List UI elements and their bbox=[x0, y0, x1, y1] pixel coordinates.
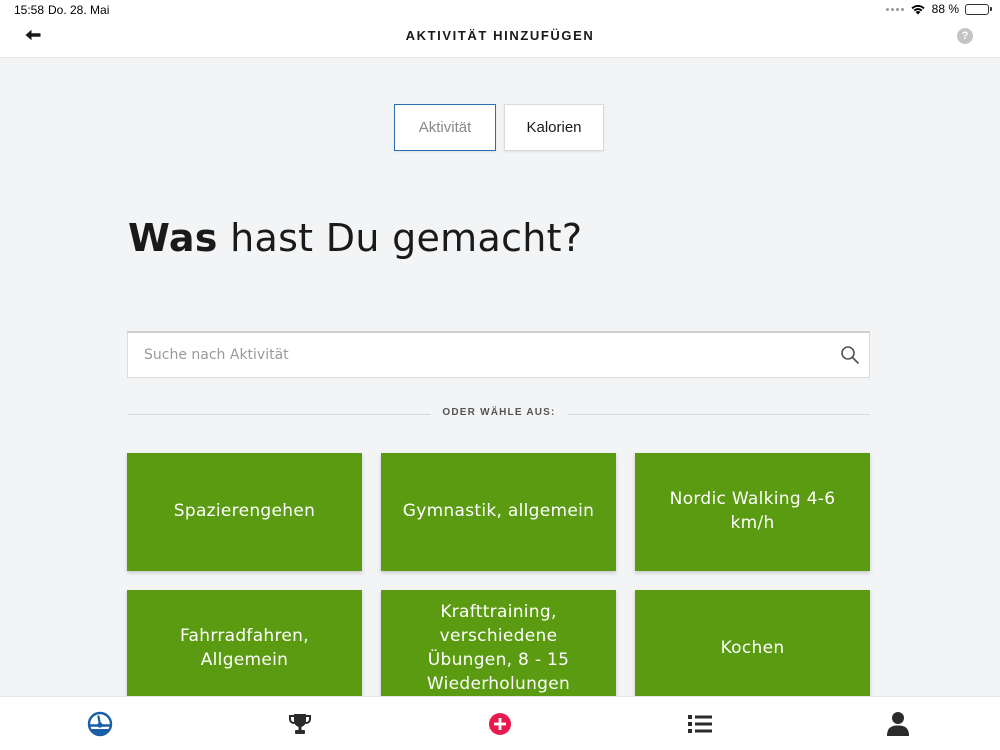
divider-label: ODER WÄHLE AUS: bbox=[430, 407, 568, 418]
page-title: AKTIVITÄT HINZUFÜGEN bbox=[405, 28, 595, 43]
activity-grid: Spazierengehen Gymnastik, allgemein Nord… bbox=[127, 453, 871, 708]
list-icon bbox=[688, 715, 712, 733]
activity-tile-gymnastik[interactable]: Gymnastik, allgemein bbox=[381, 453, 616, 571]
heading-rest: hast Du gemacht? bbox=[217, 216, 583, 260]
status-date: Do. 28. Mai bbox=[48, 3, 110, 17]
help-button[interactable]: ? bbox=[957, 28, 973, 44]
nav-add[interactable] bbox=[486, 710, 514, 738]
dashboard-icon bbox=[87, 711, 113, 737]
choose-divider: ODER WÄHLE AUS: bbox=[128, 406, 870, 422]
activity-tile-fahrradfahren[interactable]: Fahrradfahren, Allgemein bbox=[127, 590, 362, 708]
tab-aktivitaet[interactable]: Aktivität bbox=[394, 104, 496, 151]
nav-trophy[interactable] bbox=[286, 710, 314, 738]
nav-dashboard[interactable] bbox=[86, 710, 114, 738]
status-right: 88 % bbox=[885, 2, 992, 16]
heading-bold: Was bbox=[128, 216, 218, 260]
tab-kalorien[interactable]: Kalorien bbox=[504, 104, 604, 151]
help-icon: ? bbox=[961, 30, 969, 42]
activity-tile-nordic-walking[interactable]: Nordic Walking 4-6 km/h bbox=[635, 453, 870, 571]
nav-profile[interactable] bbox=[884, 710, 912, 738]
signal-icon bbox=[885, 7, 904, 11]
activity-tile-spazierengehen[interactable]: Spazierengehen bbox=[127, 453, 362, 571]
battery-icon bbox=[965, 3, 992, 15]
search-input[interactable] bbox=[128, 333, 869, 377]
search-box bbox=[127, 331, 870, 378]
activity-tile-kochen[interactable]: Kochen bbox=[635, 590, 870, 708]
activity-tile-krafttraining[interactable]: Krafttraining, verschiedene Übungen, 8 -… bbox=[381, 590, 616, 708]
nav-list[interactable] bbox=[686, 710, 714, 738]
search-icon[interactable] bbox=[840, 345, 860, 365]
wifi-icon bbox=[911, 5, 925, 15]
battery-percentage: 88 % bbox=[931, 2, 959, 16]
add-icon bbox=[489, 713, 511, 735]
trophy-icon bbox=[288, 714, 312, 734]
bottom-nav bbox=[0, 696, 1000, 750]
page-heading: Was hast Du gemacht? bbox=[128, 216, 582, 260]
status-time: 15:58 bbox=[14, 3, 45, 17]
mode-toggle: Aktivität Kalorien bbox=[394, 104, 604, 151]
status-bar: 15:58 Do. 28. Mai 88 % bbox=[0, 0, 1000, 20]
profile-icon bbox=[887, 712, 909, 736]
app-header: AKTIVITÄT HINZUFÜGEN ? bbox=[0, 20, 1000, 58]
